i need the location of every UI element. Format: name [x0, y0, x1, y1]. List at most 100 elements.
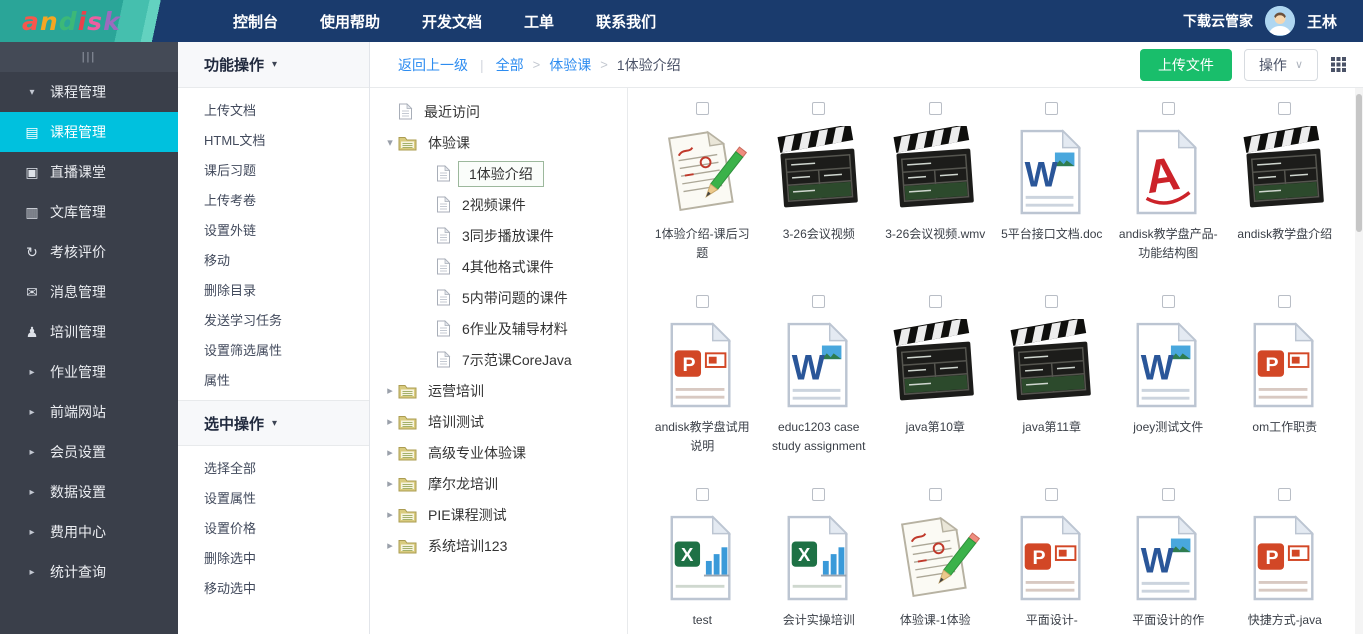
- ops-section-header[interactable]: 功能操作▾: [178, 42, 369, 88]
- file-item-4[interactable]: W5平台接口文档.doc: [994, 102, 1111, 295]
- ops-item[interactable]: HTML文档: [178, 124, 369, 154]
- file-checkbox[interactable]: [1162, 102, 1175, 115]
- sidebar-collapse-toggle[interactable]: |||: [0, 42, 178, 72]
- tree-item-6[interactable]: 4其他格式课件: [370, 251, 627, 282]
- username[interactable]: 王林: [1307, 11, 1337, 32]
- tree-item-13[interactable]: ▸摩尔龙培训: [370, 468, 627, 499]
- file-item-17[interactable]: W平面设计的作: [1110, 488, 1227, 634]
- user-avatar[interactable]: [1265, 6, 1295, 36]
- tree-item-3[interactable]: 1体验介绍: [370, 158, 627, 189]
- file-item-12[interactable]: Pom工作职责: [1227, 295, 1344, 488]
- ops-item[interactable]: 删除目录: [178, 274, 369, 304]
- sidebar-item-10[interactable]: ▸会员设置: [0, 432, 178, 472]
- file-checkbox[interactable]: [812, 295, 825, 308]
- scrollbar-thumb[interactable]: [1356, 94, 1362, 232]
- ops-item[interactable]: 课后习题: [178, 154, 369, 184]
- sidebar-item-9[interactable]: ▸前端网站: [0, 392, 178, 432]
- breadcrumb-item[interactable]: 体验课: [549, 55, 591, 75]
- file-checkbox[interactable]: [929, 102, 942, 115]
- file-item-3[interactable]: 3-26会议视频.wmv: [877, 102, 994, 295]
- scrollbar[interactable]: [1355, 88, 1363, 634]
- tree-item-7[interactable]: 5内带问题的课件: [370, 282, 627, 313]
- top-nav-item-3[interactable]: 开发文档: [401, 0, 503, 42]
- file-item-11[interactable]: Wjoey测试文件: [1110, 295, 1227, 488]
- file-checkbox[interactable]: [696, 102, 709, 115]
- ops-item[interactable]: 移动选中: [178, 572, 369, 602]
- file-item-9[interactable]: java第10章: [877, 295, 994, 488]
- sidebar-item-1[interactable]: ▾课程管理: [0, 72, 178, 112]
- ops-item[interactable]: 移动: [178, 244, 369, 274]
- file-item-1[interactable]: 1体验介绍-课后习题: [644, 102, 761, 295]
- tree-item-11[interactable]: ▸培训测试: [370, 406, 627, 437]
- sidebar-item-5[interactable]: ↻考核评价: [0, 232, 178, 272]
- tree-item-5[interactable]: 3同步播放课件: [370, 220, 627, 251]
- top-nav-item-5[interactable]: 联系我们: [575, 0, 677, 42]
- ops-item[interactable]: 选择全部: [178, 452, 369, 482]
- sidebar-item-11[interactable]: ▸数据设置: [0, 472, 178, 512]
- sidebar-item-3[interactable]: ▣直播课堂: [0, 152, 178, 192]
- file-checkbox[interactable]: [1278, 102, 1291, 115]
- tree-item-9[interactable]: 7示范课CoreJava: [370, 344, 627, 375]
- file-item-13[interactable]: Xtest: [644, 488, 761, 634]
- file-checkbox[interactable]: [1162, 488, 1175, 501]
- file-checkbox[interactable]: [1045, 102, 1058, 115]
- file-item-18[interactable]: P快捷方式-java: [1227, 488, 1344, 634]
- file-item-16[interactable]: P平面设计-: [994, 488, 1111, 634]
- file-item-8[interactable]: Weduc1203 case study assignment: [761, 295, 878, 488]
- file-checkbox[interactable]: [1045, 488, 1058, 501]
- file-checkbox[interactable]: [1278, 488, 1291, 501]
- top-nav-item-1[interactable]: 控制台: [212, 0, 299, 42]
- sidebar-item-2[interactable]: ▤课程管理: [0, 112, 178, 152]
- ops-item[interactable]: 设置外链: [178, 214, 369, 244]
- tree-item-10[interactable]: ▸运营培训: [370, 375, 627, 406]
- file-item-14[interactable]: X会计实操培训: [761, 488, 878, 634]
- tree-item-12[interactable]: ▸高级专业体验课: [370, 437, 627, 468]
- top-nav-item-4[interactable]: 工单: [503, 0, 575, 42]
- ops-item[interactable]: 上传文档: [178, 94, 369, 124]
- ops-item[interactable]: 上传考卷: [178, 184, 369, 214]
- sidebar-item-7[interactable]: ♟培训管理: [0, 312, 178, 352]
- file-item-15[interactable]: 体验课-1体验: [877, 488, 994, 634]
- ops-item[interactable]: 删除选中: [178, 542, 369, 572]
- top-nav-item-2[interactable]: 使用帮助: [299, 0, 401, 42]
- action-dropdown-button[interactable]: 操作 ∨: [1244, 49, 1318, 81]
- sidebar-item-4[interactable]: ▥文库管理: [0, 192, 178, 232]
- ops-item[interactable]: 设置属性: [178, 482, 369, 512]
- tree-item-14[interactable]: ▸PIE课程测试: [370, 499, 627, 530]
- download-cloud-manager-link[interactable]: 下载云管家: [1183, 11, 1253, 31]
- ops-item[interactable]: 属性: [178, 364, 369, 394]
- file-item-10[interactable]: java第11章: [994, 295, 1111, 488]
- ops-section-header[interactable]: 选中操作▾: [178, 400, 369, 446]
- file-item-2[interactable]: 3-26会议视频: [761, 102, 878, 295]
- file-item-5[interactable]: Aandisk教学盘产品-功能结构图: [1110, 102, 1227, 295]
- file-checkbox[interactable]: [929, 488, 942, 501]
- tree-item-1[interactable]: 最近访问: [370, 96, 627, 127]
- file-checkbox[interactable]: [696, 295, 709, 308]
- doc-icon: [436, 258, 451, 275]
- file-checkbox[interactable]: [1162, 295, 1175, 308]
- back-link[interactable]: 返回上一级: [398, 55, 468, 75]
- andisk-logo[interactable]: andisk: [22, 7, 121, 36]
- tree-item-4[interactable]: 2视频课件: [370, 189, 627, 220]
- sidebar-item-13[interactable]: ▸统计查询: [0, 552, 178, 592]
- file-checkbox[interactable]: [812, 488, 825, 501]
- file-checkbox[interactable]: [696, 488, 709, 501]
- breadcrumb-item[interactable]: 全部: [496, 55, 524, 75]
- file-checkbox[interactable]: [812, 102, 825, 115]
- file-item-7[interactable]: Pandisk教学盘试用说明: [644, 295, 761, 488]
- tree-item-2[interactable]: ▾体验课: [370, 127, 627, 158]
- file-checkbox[interactable]: [929, 295, 942, 308]
- ops-item[interactable]: 发送学习任务: [178, 304, 369, 334]
- ops-item[interactable]: 设置价格: [178, 512, 369, 542]
- file-item-6[interactable]: andisk教学盘介绍: [1227, 102, 1344, 295]
- file-checkbox[interactable]: [1045, 295, 1058, 308]
- tree-item-15[interactable]: ▸系统培训123: [370, 530, 627, 561]
- file-checkbox[interactable]: [1278, 295, 1291, 308]
- sidebar-item-8[interactable]: ▸作业管理: [0, 352, 178, 392]
- ops-item[interactable]: 设置筛选属性: [178, 334, 369, 364]
- sidebar-item-6[interactable]: ✉消息管理: [0, 272, 178, 312]
- upload-file-button[interactable]: 上传文件: [1140, 49, 1232, 81]
- tree-item-8[interactable]: 6作业及辅导材料: [370, 313, 627, 344]
- sidebar-item-12[interactable]: ▸费用中心: [0, 512, 178, 552]
- grid-view-icon[interactable]: [1330, 56, 1347, 73]
